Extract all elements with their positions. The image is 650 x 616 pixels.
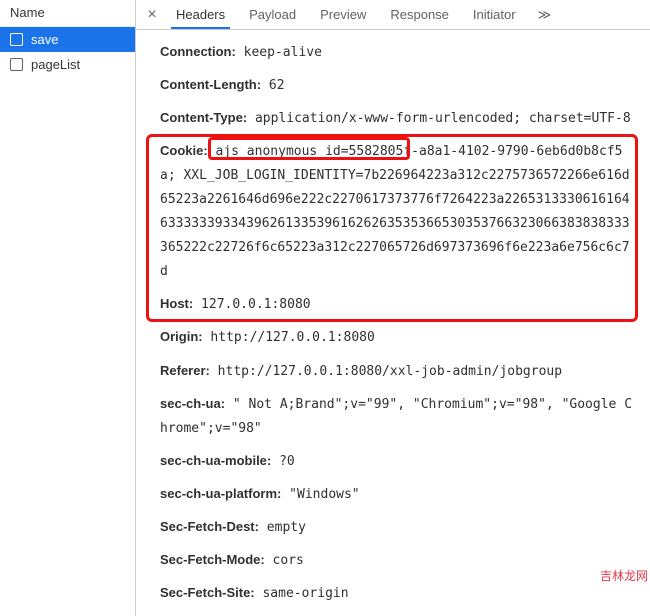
- header-key: sec-ch-ua-platform:: [160, 486, 281, 501]
- header-value: 62: [261, 78, 284, 93]
- header-value: application/x-www-form-urlencoded; chars…: [247, 111, 631, 126]
- header-key: Sec-Fetch-Dest:: [160, 519, 259, 534]
- header-value: http://127.0.0.1:8080/xxl-job-admin/jobg…: [210, 364, 562, 379]
- close-icon[interactable]: ×: [140, 6, 164, 24]
- header-key: Referer:: [160, 363, 210, 378]
- header-referer: Referer: http://127.0.0.1:8080/xxl-job-a…: [160, 355, 634, 388]
- tab-preview[interactable]: Preview: [308, 1, 378, 28]
- tab-payload[interactable]: Payload: [237, 1, 308, 28]
- header-value: " Not A;Brand";v="99", "Chromium";v="98"…: [160, 397, 632, 436]
- header-key: Connection:: [160, 44, 236, 59]
- sidebar-title: Name: [0, 0, 135, 27]
- sidebar-item-save[interactable]: save: [0, 27, 135, 52]
- header-connection: Connection: keep-alive: [160, 36, 634, 69]
- header-value: keep-alive: [236, 45, 322, 60]
- header-host: Host: 127.0.0.1:8080: [160, 288, 634, 321]
- tab-bar: × Headers Payload Preview Response Initi…: [136, 0, 650, 30]
- main-panel: × Headers Payload Preview Response Initi…: [136, 0, 650, 616]
- header-key: Cookie:: [160, 143, 208, 158]
- checkbox-icon: [10, 58, 23, 71]
- header-value: http://127.0.0.1:8080: [203, 330, 375, 345]
- header-value: ajs_anonymous_id=5582805f-a8a1-4102-9790…: [160, 144, 630, 279]
- header-sec-ch-ua-mobile: sec-ch-ua-mobile: ?0: [160, 445, 634, 478]
- headers-content[interactable]: Connection: keep-alive Content-Length: 6…: [136, 30, 650, 616]
- header-content-type: Content-Type: application/x-www-form-url…: [160, 102, 634, 135]
- header-sec-ch-ua-platform: sec-ch-ua-platform: "Windows": [160, 478, 634, 511]
- header-sec-fetch-site: Sec-Fetch-Site: same-origin: [160, 577, 634, 610]
- header-sec-fetch-dest: Sec-Fetch-Dest: empty: [160, 511, 634, 544]
- sidebar-item-label: pageList: [31, 57, 80, 72]
- header-key: Sec-Fetch-Mode:: [160, 552, 265, 567]
- header-value: 127.0.0.1:8080: [193, 297, 310, 312]
- sidebar-item-label: save: [31, 32, 58, 47]
- header-cookie: Cookie: ajs_anonymous_id=5582805f-a8a1-4…: [160, 135, 634, 288]
- header-sec-fetch-mode: Sec-Fetch-Mode: cors: [160, 544, 634, 577]
- tab-response[interactable]: Response: [378, 1, 461, 28]
- header-value: cors: [265, 553, 304, 568]
- header-user-agent: User-Agent: Mozilla/5.0 (Windows NT 10.0…: [160, 610, 634, 616]
- more-tabs-icon[interactable]: ≫: [528, 7, 562, 23]
- header-key: Sec-Fetch-Site:: [160, 585, 255, 600]
- checkbox-icon: [10, 33, 23, 46]
- header-key: Host:: [160, 296, 193, 311]
- header-key: Content-Type:: [160, 110, 247, 125]
- network-requests-sidebar: Name save pageList: [0, 0, 136, 616]
- header-origin: Origin: http://127.0.0.1:8080: [160, 321, 634, 354]
- header-key: Content-Length:: [160, 77, 261, 92]
- header-key: sec-ch-ua-mobile:: [160, 453, 271, 468]
- header-key: sec-ch-ua:: [160, 396, 225, 411]
- header-content-length: Content-Length: 62: [160, 69, 634, 102]
- tab-initiator[interactable]: Initiator: [461, 1, 528, 28]
- header-sec-ch-ua: sec-ch-ua: " Not A;Brand";v="99", "Chrom…: [160, 388, 634, 445]
- header-value: ?0: [271, 454, 294, 469]
- header-key: Origin:: [160, 329, 203, 344]
- tab-headers[interactable]: Headers: [164, 1, 237, 28]
- header-value: "Windows": [281, 487, 359, 502]
- header-value: same-origin: [255, 586, 349, 601]
- sidebar-item-pagelist[interactable]: pageList: [0, 52, 135, 77]
- header-value: empty: [259, 520, 306, 535]
